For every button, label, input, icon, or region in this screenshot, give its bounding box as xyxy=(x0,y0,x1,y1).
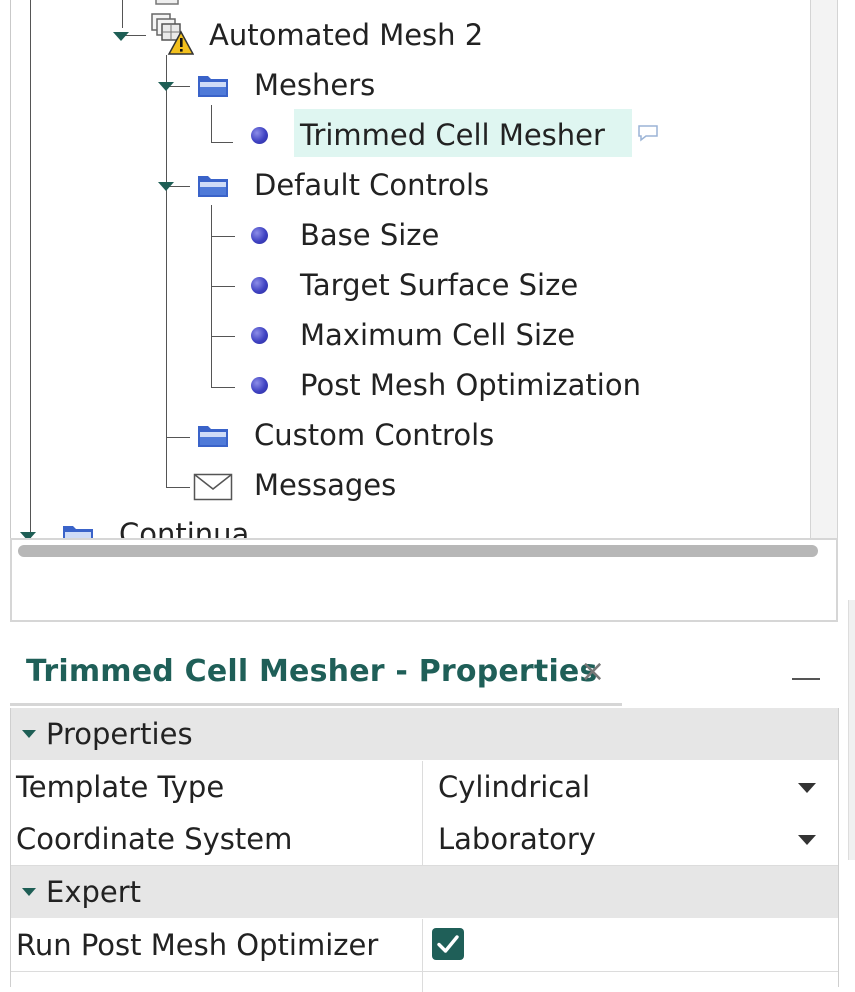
column-divider xyxy=(422,761,423,813)
envelope-icon xyxy=(193,473,233,501)
property-row-run-post-mesh-optimizer: Run Post Mesh Optimizer xyxy=(10,919,838,972)
tree-connector xyxy=(211,105,212,143)
property-row-coordinate-system: Coordinate System Laboratory xyxy=(10,813,838,866)
folder-icon xyxy=(198,176,228,197)
horizontal-scrollbar-thumb[interactable] xyxy=(18,545,818,557)
checkmark-icon xyxy=(437,935,459,953)
bullet-icon xyxy=(251,127,268,144)
comment-icon[interactable] xyxy=(637,124,659,142)
column-divider xyxy=(422,972,423,992)
property-row-template-type: Template Type Cylindrical xyxy=(10,761,838,814)
tree-node-default-controls[interactable]: Default Controls xyxy=(254,167,489,203)
tree-node-maximum-cell-size[interactable]: Maximum Cell Size xyxy=(300,317,575,353)
tree-node-automated-mesh[interactable]: Automated Mesh 2 xyxy=(209,17,483,53)
simulation-tree: Automated Mesh 2 Meshers Trimmed Cell Me… xyxy=(0,0,855,540)
dropdown-arrow-icon[interactable] xyxy=(798,783,816,793)
collapse-arrow-icon[interactable] xyxy=(22,730,36,738)
tree-border xyxy=(837,0,838,540)
tree-node-meshers[interactable]: Meshers xyxy=(254,67,375,103)
tree-connector xyxy=(211,205,212,388)
tree-connector xyxy=(122,0,123,28)
property-row-empty xyxy=(10,972,838,992)
section-label: Expert xyxy=(46,875,142,909)
column-divider xyxy=(422,919,423,971)
tree-connector xyxy=(211,286,235,287)
dropdown-arrow-icon[interactable] xyxy=(798,835,816,845)
tree-connector xyxy=(166,437,190,438)
table-border xyxy=(838,708,839,987)
tree-connector xyxy=(166,55,167,488)
section-header-properties[interactable]: Properties xyxy=(10,708,838,760)
bullet-icon xyxy=(251,327,268,344)
tree-connector xyxy=(211,236,235,237)
folder-icon xyxy=(198,426,228,447)
run-post-mesh-optimizer-checkbox[interactable] xyxy=(432,928,464,960)
bullet-icon xyxy=(251,227,268,244)
tree-connector xyxy=(211,336,235,337)
expand-arrow-icon[interactable] xyxy=(158,182,174,191)
tree-connector xyxy=(166,487,190,488)
coordinate-system-dropdown[interactable]: Laboratory xyxy=(438,813,838,865)
expand-arrow-icon[interactable] xyxy=(158,82,174,91)
table-border xyxy=(10,708,11,987)
close-icon[interactable]: × xyxy=(580,652,605,692)
tree-border xyxy=(10,0,11,540)
section-label: Properties xyxy=(46,717,193,751)
tree-connector xyxy=(30,0,31,540)
tree-connector xyxy=(211,142,233,143)
tree-node-base-size[interactable]: Base Size xyxy=(300,217,439,253)
tree-node-target-surface-size[interactable]: Target Surface Size xyxy=(300,267,578,303)
collapse-arrow-icon[interactable] xyxy=(22,888,36,896)
vertical-scrollbar-track[interactable] xyxy=(811,0,837,540)
tree-node-continua[interactable]: Continua xyxy=(119,516,249,540)
property-label: Coordinate System xyxy=(16,822,293,856)
property-label: Template Type xyxy=(16,770,225,804)
tree-node-icon xyxy=(155,0,179,5)
mesh-warning-icon xyxy=(151,13,194,55)
expand-arrow-icon[interactable] xyxy=(113,32,129,41)
tab-underline xyxy=(10,703,622,706)
property-label: Run Post Mesh Optimizer xyxy=(16,928,379,962)
panel-divider xyxy=(848,600,855,860)
bullet-icon xyxy=(251,277,268,294)
section-header-expert[interactable]: Expert xyxy=(10,866,838,918)
tree-node-post-mesh-optimization[interactable]: Post Mesh Optimization xyxy=(300,367,641,403)
minimize-icon[interactable] xyxy=(792,678,820,680)
tree-connector xyxy=(211,387,235,388)
template-type-dropdown[interactable]: Cylindrical xyxy=(438,761,838,813)
tree-node-messages[interactable]: Messages xyxy=(254,467,396,503)
column-divider xyxy=(422,813,423,865)
folder-icon xyxy=(198,76,228,97)
bullet-icon xyxy=(251,377,268,394)
tree-node-custom-controls[interactable]: Custom Controls xyxy=(254,417,494,453)
tree-node-trimmed-cell-mesher[interactable]: Trimmed Cell Mesher xyxy=(300,117,605,153)
properties-panel-title[interactable]: Trimmed Cell Mesher - Properties xyxy=(26,652,598,692)
